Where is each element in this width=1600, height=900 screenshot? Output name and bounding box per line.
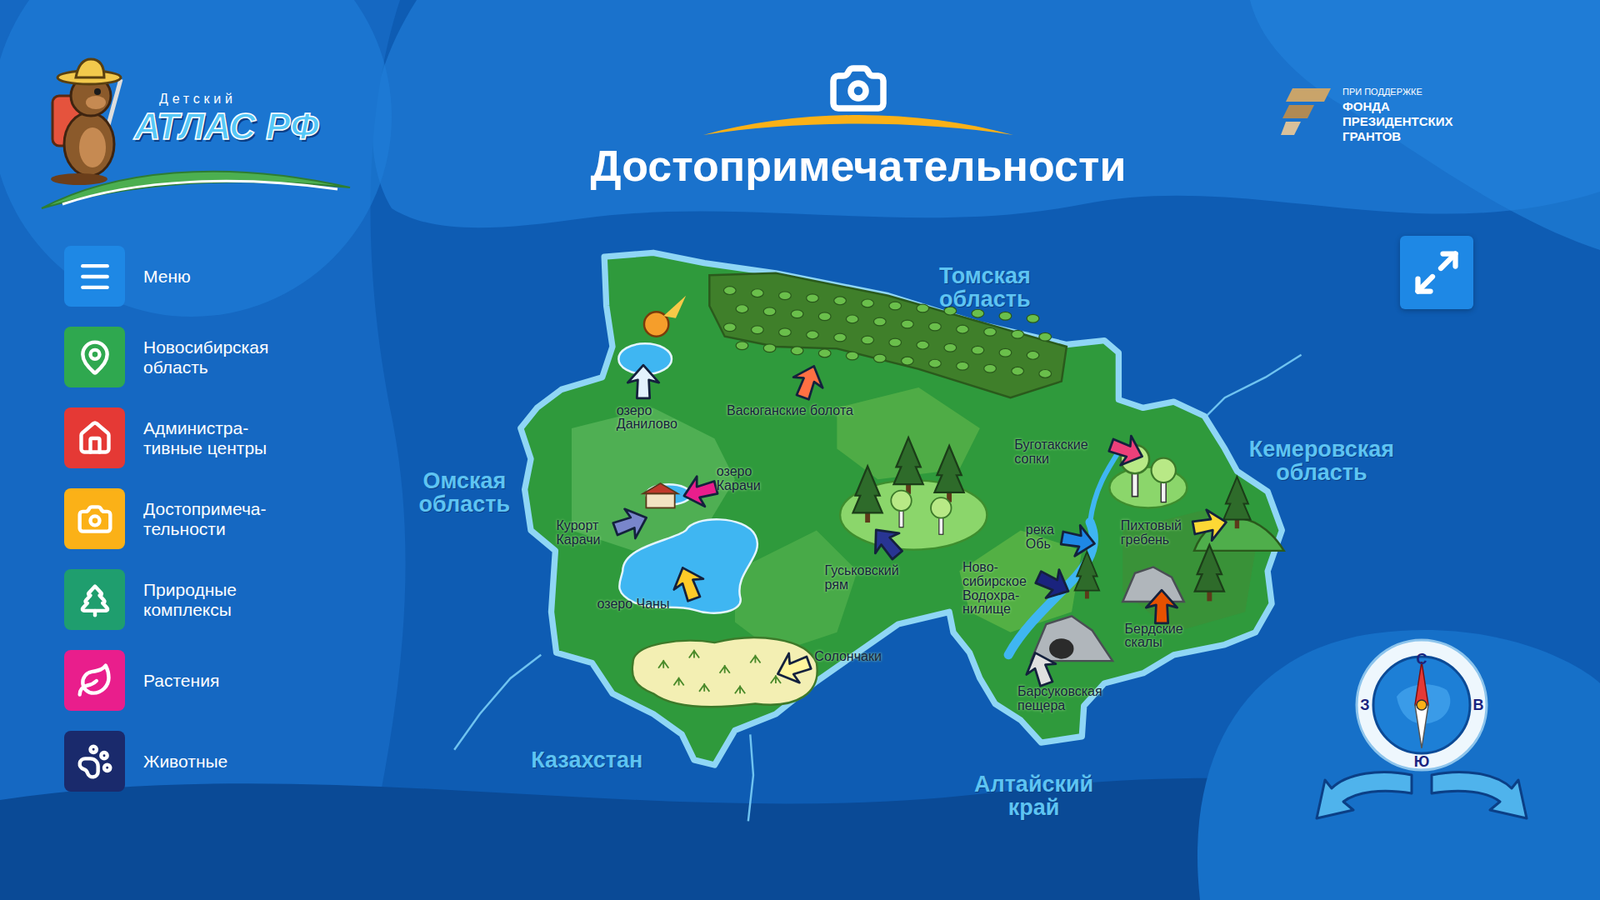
svg-text:В: В (1473, 696, 1485, 714)
svg-text:Ю: Ю (1414, 753, 1430, 770)
page-title: Достопримечательности (590, 141, 1127, 192)
attraction-label[interactable]: Гуськовскийрям (825, 564, 900, 593)
sidebar-item-label: Растения (143, 670, 220, 690)
attraction-label[interactable]: Ново-сибирскоеВодохра-нилище (962, 560, 1027, 617)
attraction-label[interactable]: Бердскиескалы (1125, 622, 1184, 651)
attraction-label[interactable]: Барсуковскаяпещера (1017, 685, 1103, 714)
sidebar-item[interactable]: Животные (64, 730, 392, 792)
sidebar-item-badge (64, 488, 125, 550)
neighbor-label: Алтайскийкрай (974, 771, 1094, 820)
attraction-label[interactable]: Васюганские болота (726, 404, 854, 419)
fullscreen-button[interactable] (1400, 235, 1474, 310)
attraction-label[interactable]: озеро Чаны (597, 597, 670, 612)
leaf-icon (76, 662, 114, 700)
sidebar-item-label: Животные (143, 751, 228, 771)
sidebar-item-badge (64, 245, 125, 307)
sidebar-item[interactable]: Администра-тивные центры (64, 407, 392, 469)
attraction-arrow-icon[interactable] (625, 363, 662, 400)
attraction-arrow-icon[interactable] (1189, 504, 1232, 547)
rotate-arrow-icon (1430, 763, 1530, 824)
attraction-label[interactable]: озероДанилово (616, 404, 678, 433)
neighbor-label: Кемеровскаяобласть (1249, 437, 1395, 485)
sidebar-item-label: Новосибирскаяобласть (143, 337, 269, 376)
house-icon (76, 420, 114, 457)
sidebar-item[interactable]: Растения (64, 650, 392, 711)
sidebar-item-badge (64, 407, 125, 469)
sponsor-logo[interactable]: ПРИ ПОДДЕРЖКЕФОНДАПРЕЗИДЕНТСКИХГРАНТОВ (1280, 85, 1600, 145)
rotate-right-button[interactable] (1430, 763, 1530, 824)
neighbor-label: Казахстан (530, 748, 643, 772)
neighbor-label: Омскаяобласть (419, 469, 511, 517)
sidebar-item[interactable]: Достопримеча-тельности (64, 488, 392, 550)
sidebar-item-label: Достопримеча-тельности (143, 499, 267, 538)
menu-icon (76, 258, 114, 295)
attraction-label[interactable]: озероКарачи (716, 465, 761, 494)
camera-icon (76, 500, 114, 538)
paw-icon (76, 743, 114, 780)
expand-icon (1411, 247, 1462, 298)
right-panel: ПРИ ПОДДЕРЖКЕФОНДАПРЕЗИДЕНТСКИХГРАНТОВ С В… (1266, 0, 1600, 900)
attraction-label[interactable]: рекаОбь (1025, 523, 1055, 552)
sidebar-item-badge (64, 326, 125, 388)
sidebar-item-label: Меню (143, 266, 191, 286)
attraction-label[interactable]: Солончаки (814, 650, 882, 665)
sidebar-menu: Меню Новосибирскаяобласть Администра-тивны… (37, 245, 392, 792)
camera-icon (828, 58, 889, 119)
beaver-icon (37, 45, 138, 188)
sidebar-item-badge (64, 730, 125, 792)
neighbor-label: Томскаяобласть (939, 264, 1031, 312)
atlas-screen: Томскаяобласть Омскаяобласть Кемеровскаяоб… (0, 0, 1600, 900)
svg-text:С: С (1416, 650, 1428, 668)
sidebar-item[interactable]: Новосибирскаяобласть (64, 326, 392, 388)
sidebar-item-badge (64, 650, 125, 711)
attraction-arrow-icon[interactable] (1057, 519, 1100, 562)
attraction-label[interactable]: Буготакскиесопки (1014, 438, 1088, 467)
map-pin-icon (76, 339, 114, 376)
tree-icon (76, 581, 114, 619)
grant-fund-icon (1280, 85, 1333, 137)
sidebar-item-badge (64, 569, 125, 630)
sidebar-item-label: Природныекомплексы (143, 580, 237, 619)
rotate-controls (1313, 763, 1530, 824)
atlas-logo[interactable]: ДетскийАТЛАС РФ (37, 45, 355, 205)
logo-big-text: АТЛАС РФ (134, 106, 320, 147)
attraction-label[interactable]: КурортКарачи (556, 519, 601, 548)
map-canvas: ТомскаяобластьОмскаяобластьКемеровскаяоб… (408, 224, 1317, 847)
title-area: Достопримечательности (391, 0, 1267, 900)
sidebar-item[interactable]: Меню (64, 245, 392, 307)
title-arc-icon (700, 113, 1017, 137)
attraction-arrow-icon[interactable] (1143, 588, 1180, 625)
sidebar: ДетскийАТЛАС РФ Меню Новосибирскаяобласть А… (0, 0, 392, 900)
svg-text:З: З (1360, 696, 1370, 714)
attraction-label[interactable]: Пихтовыйгребень (1120, 519, 1182, 548)
compass-icon[interactable]: С В Ю З (1355, 638, 1489, 772)
rotate-left-button[interactable] (1313, 763, 1414, 824)
sidebar-item[interactable]: Природныекомплексы (64, 569, 392, 630)
logo-small-text: Детский (134, 90, 320, 107)
rotate-arrow-icon (1313, 763, 1414, 824)
sidebar-item-label: Администра-тивные центры (143, 418, 267, 457)
